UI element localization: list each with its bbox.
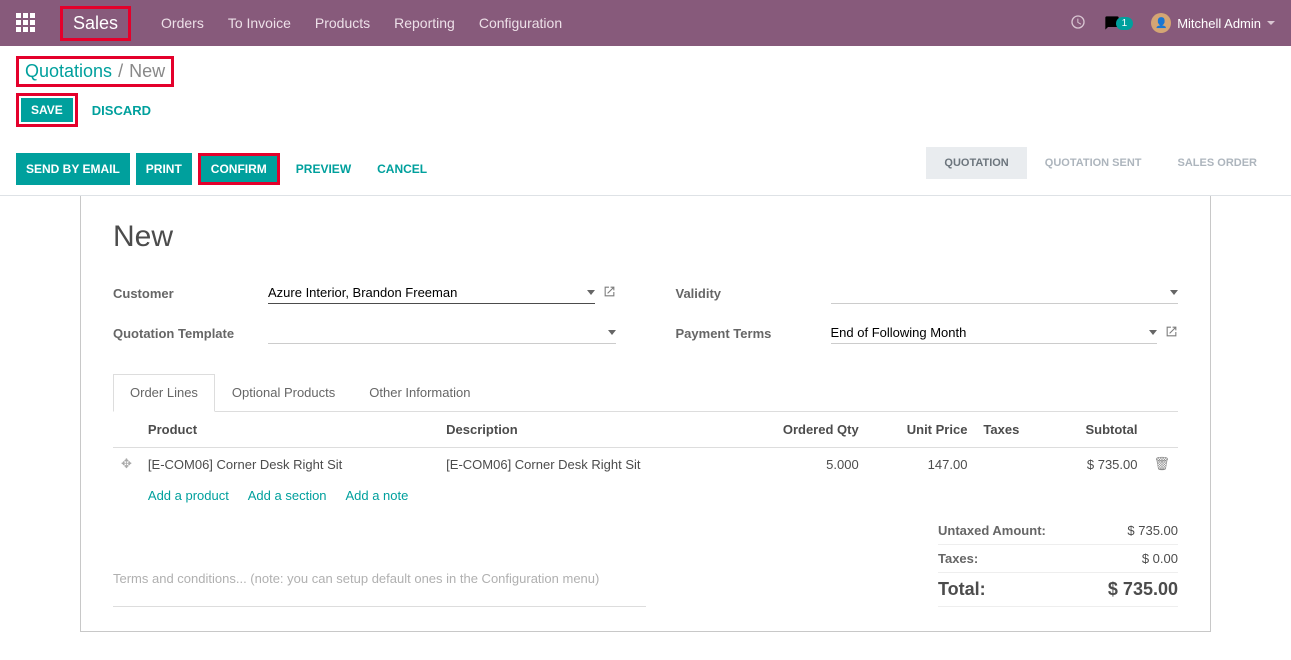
discard-button[interactable]: DISCARD xyxy=(92,103,151,118)
dropdown-icon[interactable] xyxy=(608,330,616,335)
add-note-link[interactable]: Add a note xyxy=(345,488,408,503)
payment-terms-field[interactable] xyxy=(831,322,1158,344)
save-button[interactable]: SAVE xyxy=(21,98,73,122)
external-link-icon[interactable] xyxy=(1165,325,1178,341)
customer-field[interactable] xyxy=(268,282,595,304)
drag-handle-icon[interactable]: ✥ xyxy=(113,448,140,481)
add-product-link[interactable]: Add a product xyxy=(148,488,229,503)
record-title: New xyxy=(113,220,1178,254)
table-row[interactable]: ✥ [E-COM06] Corner Desk Right Sit [E-COM… xyxy=(113,448,1178,481)
line-taxes[interactable] xyxy=(975,448,1049,481)
col-product: Product xyxy=(140,412,438,448)
action-buttons: SEND BY EMAIL PRINT CONFIRM PREVIEW CANC… xyxy=(16,147,437,195)
tab-optional-products[interactable]: Optional Products xyxy=(215,374,352,411)
col-qty: Ordered Qty xyxy=(736,412,866,448)
apps-icon[interactable] xyxy=(16,13,36,33)
print-button[interactable]: PRINT xyxy=(136,153,192,185)
validity-label: Validity xyxy=(676,286,831,301)
col-description: Description xyxy=(438,412,736,448)
nav-right: 1 👤 Mitchell Admin xyxy=(1070,13,1275,33)
send-email-button[interactable]: SEND BY EMAIL xyxy=(16,153,130,185)
terms-placeholder[interactable]: Terms and conditions... (note: you can s… xyxy=(113,571,646,607)
user-name: Mitchell Admin xyxy=(1177,16,1261,31)
control-bar: Quotations / New SAVE DISCARD xyxy=(0,46,1291,133)
nav-menu: Orders To Invoice Products Reporting Con… xyxy=(161,15,562,31)
form-sheet: New Customer Validity Quotation Template xyxy=(80,196,1211,632)
nav-orders[interactable]: Orders xyxy=(161,15,204,31)
nav-reporting[interactable]: Reporting xyxy=(394,15,455,31)
status-steps: QUOTATION QUOTATION SENT SALES ORDER xyxy=(926,147,1275,179)
dropdown-icon[interactable] xyxy=(587,290,595,295)
validity-input[interactable] xyxy=(831,285,1171,300)
line-description[interactable]: [E-COM06] Corner Desk Right Sit xyxy=(438,448,736,481)
col-price: Unit Price xyxy=(867,412,976,448)
template-field[interactable] xyxy=(268,322,616,344)
breadcrumb-current: New xyxy=(129,61,165,82)
validity-field[interactable] xyxy=(831,282,1179,304)
notebook-tabs: Order Lines Optional Products Other Info… xyxy=(113,374,1178,412)
template-label: Quotation Template xyxy=(113,326,268,341)
col-taxes: Taxes xyxy=(975,412,1049,448)
activity-icon[interactable] xyxy=(1070,14,1086,33)
total-value: $ 735.00 xyxy=(1108,579,1178,600)
cancel-button[interactable]: CANCEL xyxy=(367,153,437,185)
line-qty[interactable]: 5.000 xyxy=(736,448,866,481)
customer-label: Customer xyxy=(113,286,268,301)
payment-terms-label: Payment Terms xyxy=(676,326,831,341)
breadcrumb-root[interactable]: Quotations xyxy=(25,61,112,82)
confirm-button[interactable]: CONFIRM xyxy=(201,156,277,182)
breadcrumb: Quotations / New xyxy=(16,56,174,87)
totals: Untaxed Amount: $ 735.00 Taxes: $ 0.00 T… xyxy=(938,517,1178,607)
payment-terms-input[interactable] xyxy=(831,325,1150,340)
statusbar: SEND BY EMAIL PRINT CONFIRM PREVIEW CANC… xyxy=(0,147,1291,196)
line-subtotal: $ 735.00 xyxy=(1049,448,1145,481)
external-link-icon[interactable] xyxy=(603,285,616,301)
customer-input[interactable] xyxy=(268,285,587,300)
tab-other-information[interactable]: Other Information xyxy=(352,374,487,411)
nav-to-invoice[interactable]: To Invoice xyxy=(228,15,291,31)
line-price[interactable]: 147.00 xyxy=(867,448,976,481)
order-lines-table: Product Description Ordered Qty Unit Pri… xyxy=(113,412,1178,511)
message-count-badge: 1 xyxy=(1116,17,1134,30)
nav-products[interactable]: Products xyxy=(315,15,370,31)
line-product[interactable]: [E-COM06] Corner Desk Right Sit xyxy=(140,448,438,481)
add-section-link[interactable]: Add a section xyxy=(248,488,327,503)
avatar: 👤 xyxy=(1151,13,1171,33)
status-quotation-sent[interactable]: QUOTATION SENT xyxy=(1027,147,1160,179)
delete-row-icon[interactable]: 🗑 xyxy=(1145,448,1178,481)
taxes-label: Taxes: xyxy=(938,551,978,566)
status-quotation[interactable]: QUOTATION xyxy=(926,147,1026,179)
col-subtotal: Subtotal xyxy=(1049,412,1145,448)
total-label: Total: xyxy=(938,579,986,600)
messaging-icon[interactable]: 1 xyxy=(1104,15,1134,31)
nav-configuration[interactable]: Configuration xyxy=(479,15,562,31)
dropdown-icon[interactable] xyxy=(1170,290,1178,295)
taxes-value: $ 0.00 xyxy=(1142,551,1178,566)
chevron-down-icon xyxy=(1267,21,1275,25)
user-menu[interactable]: 👤 Mitchell Admin xyxy=(1151,13,1275,33)
dropdown-icon[interactable] xyxy=(1149,330,1157,335)
untaxed-label: Untaxed Amount: xyxy=(938,523,1046,538)
template-input[interactable] xyxy=(268,325,608,340)
breadcrumb-sep: / xyxy=(118,61,123,82)
untaxed-value: $ 735.00 xyxy=(1127,523,1178,538)
preview-button[interactable]: PREVIEW xyxy=(286,153,361,185)
status-sales-order[interactable]: SALES ORDER xyxy=(1160,147,1275,179)
tab-order-lines[interactable]: Order Lines xyxy=(113,374,215,412)
top-navbar: Sales Orders To Invoice Products Reporti… xyxy=(0,0,1291,46)
brand-name[interactable]: Sales xyxy=(60,6,131,41)
